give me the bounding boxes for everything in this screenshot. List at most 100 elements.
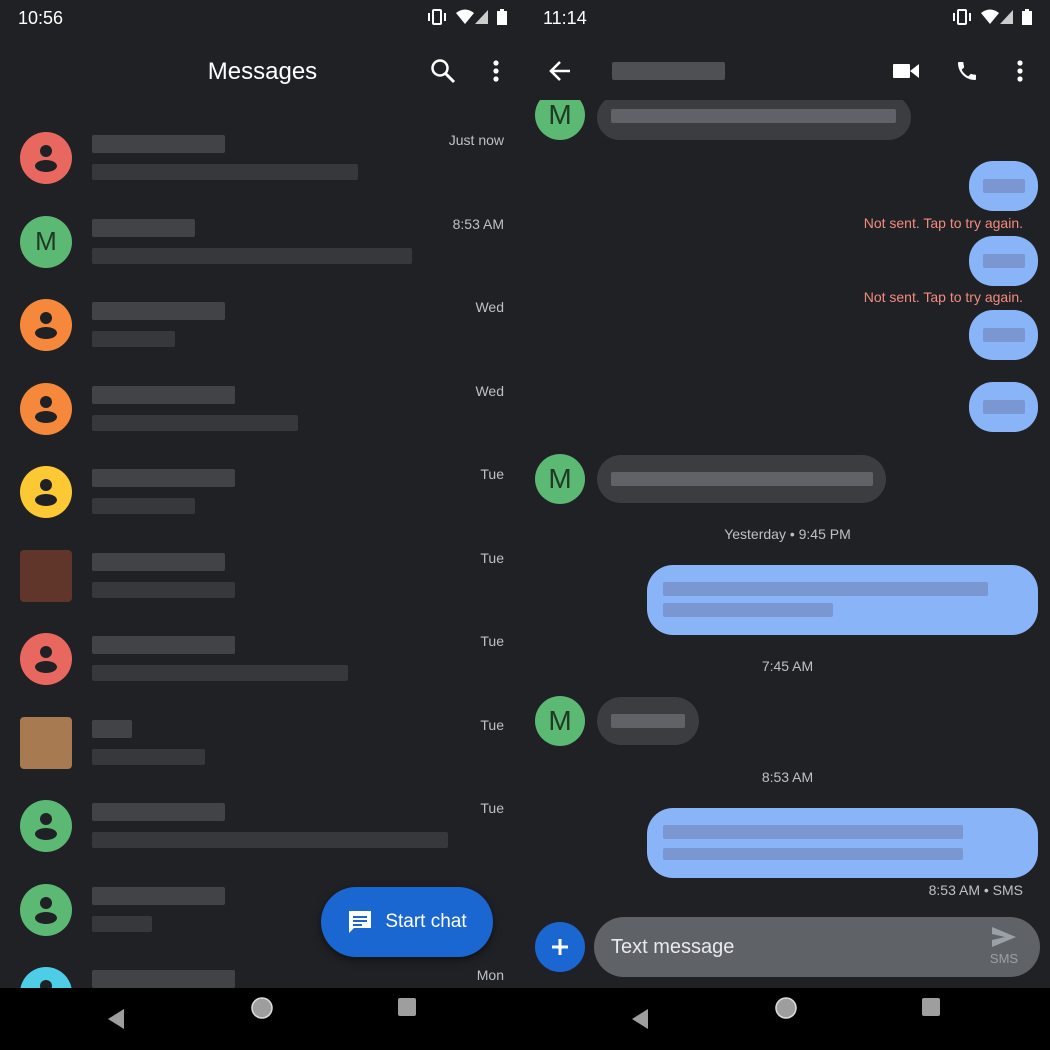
nav-back-icon[interactable] [106,1008,126,1030]
message-thread[interactable]: M Not sent. Tap to try again. Not sent. … [525,100,1050,988]
nav-recents-icon[interactable] [397,997,417,1017]
videocam-icon [893,64,919,78]
vibrate-icon [428,9,446,25]
conversation-time: Wed [475,299,504,315]
start-chat-label: Start chat [385,911,467,932]
call-button[interactable] [949,53,985,89]
message-input[interactable]: Text message SMS [594,917,1040,977]
contact-name [92,385,235,404]
received-message[interactable] [597,697,699,745]
status-time: 11:14 [543,8,587,28]
chat-icon [349,911,372,933]
conversation-time: 8:53 AM [452,215,504,232]
contact-name [92,552,225,571]
conversation-screen: M Not sent. Tap to try again. Not sent. … [525,0,1050,1050]
sent-message[interactable] [647,808,1038,878]
contact-avatar [20,132,72,184]
nav-home-icon[interactable] [774,996,798,1020]
search-icon [431,59,456,84]
conversation-time: Wed [475,382,504,399]
conversation-item[interactable]: Tue [0,716,525,800]
plus-icon [552,939,568,955]
conversation-time: Mon [476,967,504,983]
conversation-item[interactable]: Wed [0,382,525,466]
not-sent-error[interactable]: Not sent. Tap to try again. [864,289,1023,305]
conversation-list-screen: 10:56 Messages Just now M 8:53 AM Wed Wed Tue… [0,0,525,1050]
conversation-item[interactable]: Tue [0,549,525,633]
conversation-item[interactable]: Tue [0,800,525,883]
contact-avatar [20,466,72,518]
received-message[interactable] [597,100,911,140]
phone-icon [958,62,976,80]
start-chat-button[interactable]: Start chat [321,887,493,957]
person-icon [35,479,57,506]
message-preview [92,665,348,681]
person-icon [35,395,57,423]
nav-home-icon[interactable] [250,996,274,1020]
contact-name [92,218,195,237]
more-vert-icon [1017,60,1023,82]
more-vert-icon [493,60,499,82]
sent-message[interactable] [969,161,1038,211]
contact-avatar: M [535,696,585,746]
timestamp-divider: Yesterday • 9:45 PM [724,526,851,542]
timestamp-divider: 8:53 AM [761,769,814,785]
conversation-time: Just now [448,132,504,148]
conversation-item[interactable]: M 8:53 AM [0,215,525,299]
search-button[interactable] [425,53,461,89]
conversation-item[interactable]: Just now [0,132,525,215]
person-icon [35,145,57,172]
contact-avatar: M [535,100,585,140]
conversation-item[interactable]: Wed [0,299,525,382]
wifi-icon [456,9,488,24]
conversation-time: Tue [480,466,504,482]
conversation-item[interactable]: Tue [0,466,525,549]
message-preview [92,247,412,264]
back-button[interactable] [542,53,578,89]
received-message[interactable] [597,455,886,503]
message-preview [92,414,298,431]
contact-avatar [20,883,72,936]
more-options-button[interactable] [1002,53,1038,89]
contact-name [92,469,235,487]
arrow-back-icon [549,61,570,81]
nav-back-icon[interactable] [630,1008,650,1030]
sent-message[interactable] [969,382,1038,432]
vibrate-icon [953,9,971,25]
status-icons [952,9,1032,25]
contact-avatar [20,800,72,852]
send-button[interactable]: SMS [984,926,1024,966]
conversation-item[interactable]: Tue [0,633,525,716]
contact-avatar [20,633,72,685]
message-preview [92,915,152,932]
more-options-button[interactable] [478,53,514,89]
not-sent-error[interactable]: Not sent. Tap to try again. [864,215,1023,231]
contact-avatar [20,382,72,435]
conversation-time: Tue [480,716,504,733]
person-icon [35,896,57,924]
contact-name [92,803,225,821]
contact-name [92,970,235,988]
attach-button[interactable] [535,922,585,972]
contact-name [92,636,235,654]
person-icon [35,312,57,339]
message-preview [92,164,358,180]
send-icon [992,927,1016,947]
message-preview [92,498,195,514]
conversation-time: Tue [480,800,504,816]
video-call-button[interactable] [888,53,924,89]
message-placeholder: Text message [611,936,735,958]
send-label: SMS [989,951,1019,966]
person-icon [35,813,57,840]
sent-message[interactable] [969,310,1038,360]
contact-photo [20,716,72,769]
sent-message[interactable] [647,565,1038,635]
contact-avatar: M [20,215,72,268]
contact-name [92,719,132,738]
message-preview [92,581,235,598]
conversation-time: Tue [480,549,504,566]
contact-photo [20,549,72,602]
nav-recents-icon[interactable] [921,997,941,1017]
sent-message[interactable] [969,236,1038,286]
message-preview [92,331,175,347]
